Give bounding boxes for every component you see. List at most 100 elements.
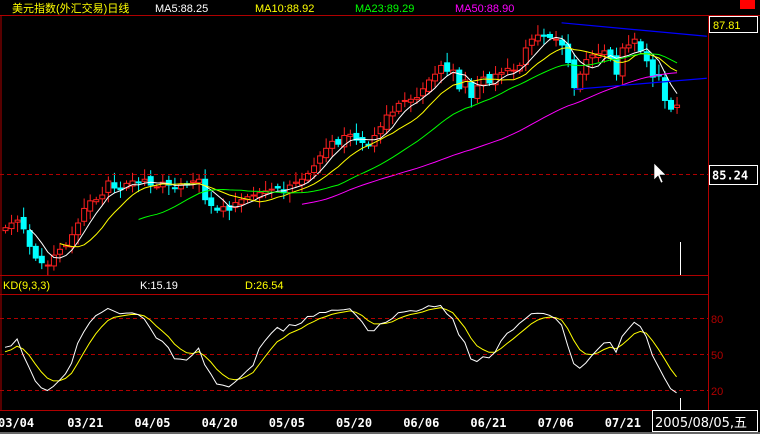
candle-up — [250, 194, 257, 197]
date-tick-label: 07/06 — [538, 416, 574, 430]
candle-up — [323, 147, 330, 159]
date-tick-label: 07/21 — [605, 416, 641, 430]
date-tick-label: 06/06 — [403, 416, 439, 430]
candle-down — [444, 62, 451, 72]
candle-up — [534, 34, 541, 42]
candle-down — [637, 41, 644, 52]
candle-down — [571, 59, 578, 89]
candle-up — [81, 207, 88, 222]
candle-up — [426, 79, 432, 92]
candle-up — [93, 199, 100, 203]
candle-up — [69, 234, 76, 248]
candle-down — [649, 59, 656, 78]
candle-up — [153, 186, 160, 189]
candle-up — [2, 227, 9, 232]
candle-up — [196, 178, 203, 184]
kd-level-50: 50 — [711, 350, 723, 362]
candle-down — [26, 230, 33, 247]
candle-up — [674, 104, 681, 108]
candle-up — [87, 200, 94, 212]
candle-down — [20, 216, 27, 230]
candle-up — [401, 99, 408, 102]
candle-up — [504, 67, 511, 72]
chart-title: 美元指数(外汇交易)日线 — [12, 1, 129, 15]
candle-up — [238, 199, 245, 205]
candle-up — [268, 188, 275, 191]
ma10-label: MA10:88.92 — [255, 3, 314, 15]
kd-title: KD(9,3,3) — [3, 280, 50, 292]
candle-down — [335, 139, 342, 145]
candle-up — [44, 264, 51, 267]
candle-up — [413, 97, 420, 100]
stock-chart[interactable]: 美元指数(外汇交易)日线 MA5:88.25 MA10:88.92 MA23:8… — [0, 0, 760, 434]
candle-down — [540, 34, 547, 37]
background — [0, 0, 760, 434]
candle-up — [377, 126, 384, 135]
candle-down — [274, 186, 281, 189]
candle-down — [32, 245, 39, 259]
d-value-label: D:26.54 — [245, 280, 284, 292]
candle-up — [480, 76, 487, 86]
ref-price-label: 85.24 — [712, 169, 748, 183]
candle-up — [311, 165, 318, 174]
candle-up — [474, 85, 481, 99]
candle-up — [528, 38, 535, 46]
candle-up — [589, 54, 596, 59]
candle-up — [329, 140, 336, 149]
date-tick-label: 03/21 — [67, 416, 103, 430]
candle-up — [99, 194, 106, 200]
candle-down — [147, 176, 154, 186]
kd-level-20: 20 — [711, 386, 723, 398]
candle-up — [432, 73, 439, 82]
candle-down — [38, 255, 45, 264]
top-price-label: 87.81 — [713, 20, 741, 32]
candle-down — [456, 69, 463, 90]
ma5-label: MA5:88.25 — [155, 3, 208, 15]
date-tick-label: 05/20 — [336, 416, 372, 430]
date-tick-label: 04/20 — [202, 416, 238, 430]
candle-down — [214, 207, 221, 211]
candle-up — [105, 180, 112, 193]
candle-up — [8, 222, 15, 230]
candle-up — [14, 219, 21, 223]
candle-down — [607, 49, 614, 59]
candle-down — [668, 99, 674, 110]
candle-down — [359, 137, 366, 143]
candle-down — [202, 178, 209, 201]
k-value-label: K:15.19 — [140, 280, 178, 292]
date-tick-label: 05/05 — [269, 416, 305, 430]
candle-down — [208, 197, 215, 207]
candle-up — [419, 88, 426, 97]
ma23-label: MA23:89.29 — [355, 3, 414, 15]
candle-up — [407, 98, 414, 103]
candle-down — [547, 34, 553, 38]
date-tick-label: 04/05 — [134, 416, 170, 430]
kd-level-80: 80 — [711, 314, 723, 326]
candle-up — [553, 38, 560, 41]
candle-up — [577, 73, 584, 90]
candle-down — [468, 82, 475, 99]
candle-up — [383, 114, 390, 130]
candle-up — [292, 181, 299, 184]
candle-down — [111, 182, 118, 189]
candle-up — [50, 254, 57, 267]
candle-up — [438, 64, 445, 74]
candle-up — [522, 47, 529, 66]
ma50-label: MA50:88.90 — [455, 3, 514, 15]
candle-up — [190, 180, 197, 183]
candle-up — [347, 133, 354, 137]
candle-up — [510, 69, 517, 72]
candle-up — [56, 248, 63, 255]
date-tick-label: 06/21 — [470, 416, 506, 430]
candle-up — [75, 222, 82, 236]
candle-up — [601, 50, 608, 56]
candle-up — [631, 38, 638, 44]
candle-up — [298, 178, 305, 186]
current-date-label: 2005/08/05,五 — [655, 416, 747, 431]
candle-up — [389, 111, 396, 117]
window-corner-button[interactable] — [740, 0, 755, 9]
candle-up — [141, 178, 148, 182]
candle-down — [135, 181, 142, 184]
candle-up — [498, 71, 505, 75]
candle-up — [371, 134, 378, 147]
